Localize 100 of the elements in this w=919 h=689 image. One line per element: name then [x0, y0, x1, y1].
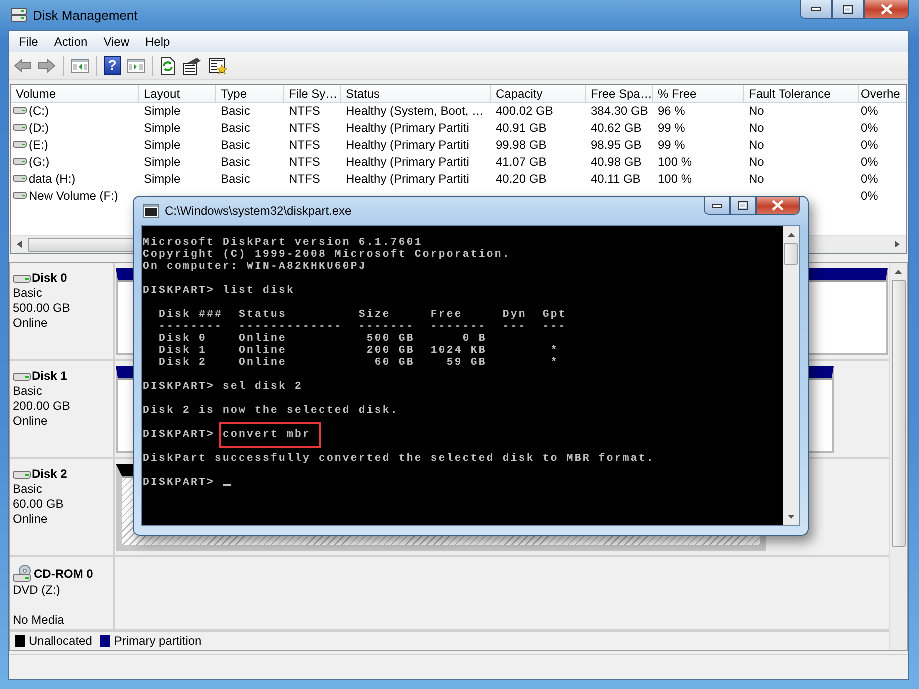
table-cell: 40.62 GB — [591, 120, 642, 134]
disk-status: No Media — [13, 613, 66, 628]
disk-type: Basic — [13, 482, 44, 497]
table-cell: Healthy (Primary Partiti — [346, 154, 470, 168]
scroll-right-icon[interactable] — [895, 241, 900, 248]
console-text: Disk 2 is now the selected disk. — [143, 405, 399, 417]
toolbar-button[interactable] — [158, 54, 178, 76]
properties-icon — [182, 56, 202, 74]
table-cell: 400.02 GB — [496, 104, 554, 118]
scroll-up-icon[interactable] — [895, 270, 902, 274]
console-text: Disk ### Status Size Free Dyn Gpt — [158, 309, 567, 321]
table-cell: No — [749, 138, 764, 152]
maximize-button[interactable] — [730, 197, 756, 215]
table-cell: NTFS — [289, 120, 320, 134]
column-header[interactable]: Layout — [139, 85, 216, 103]
help-button[interactable]: ? — [102, 54, 123, 76]
scroll-left-icon[interactable] — [17, 241, 22, 248]
scroll-down-icon[interactable] — [788, 514, 794, 518]
menu-item[interactable]: File — [11, 32, 46, 51]
column-header[interactable]: % Free — [653, 85, 744, 103]
table-cell: 0% — [861, 120, 878, 134]
table-cell: Basic — [221, 154, 250, 168]
table-cell: Healthy (Primary Partiti — [346, 120, 470, 134]
pane-toggle-icon — [127, 58, 145, 74]
column-header[interactable]: Capacity — [491, 85, 586, 103]
table-cell: 100 % — [658, 154, 692, 168]
disk-size: 200.00 GB — [13, 399, 72, 414]
console-prompt: DISKPART> — [143, 381, 215, 393]
maximize-icon — [738, 201, 748, 210]
table-cell: Simple — [144, 154, 181, 168]
menu-item[interactable]: View — [96, 32, 138, 51]
table-cell: (G:) — [29, 154, 50, 168]
drive-icon — [13, 157, 27, 166]
drive-icon — [13, 106, 27, 115]
minimize-button[interactable] — [704, 197, 730, 215]
column-header[interactable]: Type — [216, 85, 284, 103]
maximize-button[interactable] — [832, 0, 864, 19]
table-cell: 98.95 GB — [591, 138, 642, 152]
scrollbar-thumb[interactable] — [892, 280, 906, 547]
close-button[interactable] — [756, 197, 800, 215]
drive-icon — [13, 123, 27, 132]
minimize-icon — [811, 7, 821, 11]
table-cell: Healthy (Primary Partiti — [346, 172, 470, 186]
table-cell: 40.98 GB — [591, 154, 642, 168]
drive-icon — [13, 191, 27, 200]
table-cell: 40.11 GB — [591, 172, 641, 186]
column-header[interactable]: Fault Tolerance — [744, 85, 859, 103]
table-cell: Basic — [221, 172, 250, 186]
table-cell: 100 % — [658, 172, 692, 186]
console-text: Disk 1 Online 200 GB 1024 KB * — [158, 345, 559, 357]
legend-label: Unallocated — [29, 634, 92, 648]
table-cell: 0% — [861, 172, 878, 186]
disk-status: Online — [13, 414, 49, 429]
disk-status: Online — [13, 512, 49, 527]
table-cell: No — [749, 154, 764, 168]
column-header[interactable]: Free Spa… — [586, 85, 653, 103]
table-cell: data (H:) — [29, 172, 76, 186]
table-cell: (D:) — [29, 120, 49, 134]
menu-item[interactable]: Help — [138, 32, 178, 51]
table-cell: 99 % — [658, 138, 686, 152]
console-prompt: DISKPART> — [143, 477, 215, 489]
table-cell: (E:) — [29, 138, 48, 152]
console-text: On computer: WIN-A82KHKU60PJ — [143, 261, 367, 273]
minimize-button[interactable] — [800, 0, 832, 19]
back-arrow-icon — [14, 58, 32, 74]
table-cell: 40.20 GB — [496, 172, 547, 186]
disk-name: Disk 2 — [32, 467, 68, 482]
disk-type: Basic — [13, 286, 44, 301]
menu-item[interactable]: Action — [46, 32, 96, 51]
table-cell: NTFS — [289, 138, 320, 152]
table-cell: 99.98 GB — [496, 138, 547, 152]
console-text: DiskPart successfully converted the selected disk to MBR format. — [143, 453, 655, 465]
table-cell: Simple — [144, 120, 181, 134]
table-cell: NTFS — [289, 104, 320, 118]
drive-icon — [13, 470, 31, 480]
legend-label: Primary partition — [114, 634, 202, 648]
close-icon — [772, 200, 784, 211]
table-cell: 96 % — [658, 104, 686, 118]
table-cell: 384.30 GB — [591, 104, 648, 118]
console-prompt: DISKPART> — [143, 285, 215, 297]
console-icon — [143, 204, 159, 218]
table-cell: NTFS — [289, 172, 320, 186]
drive-icon — [13, 140, 27, 149]
console-text: Disk 2 Online 60 GB 59 GB * — [158, 357, 559, 369]
close-icon — [880, 4, 892, 14]
table-cell: No — [749, 104, 764, 118]
column-header[interactable]: File Sy… — [284, 85, 341, 103]
optical-drive-icon — [13, 565, 33, 583]
column-header[interactable]: Status — [341, 85, 491, 103]
scrollbar-thumb[interactable] — [784, 243, 798, 265]
table-cell: 0% — [861, 104, 878, 118]
disk-name: Disk 0 — [32, 271, 68, 286]
close-button[interactable] — [864, 0, 909, 19]
drive-icon — [13, 174, 27, 183]
table-cell: 99 % — [658, 120, 686, 134]
disk-type: DVD (Z:) — [13, 583, 62, 598]
disk-name: CD-ROM 0 — [34, 566, 94, 582]
table-cell: Simple — [144, 104, 181, 118]
column-header[interactable]: Volume — [11, 85, 139, 103]
refresh-icon — [160, 56, 176, 74]
